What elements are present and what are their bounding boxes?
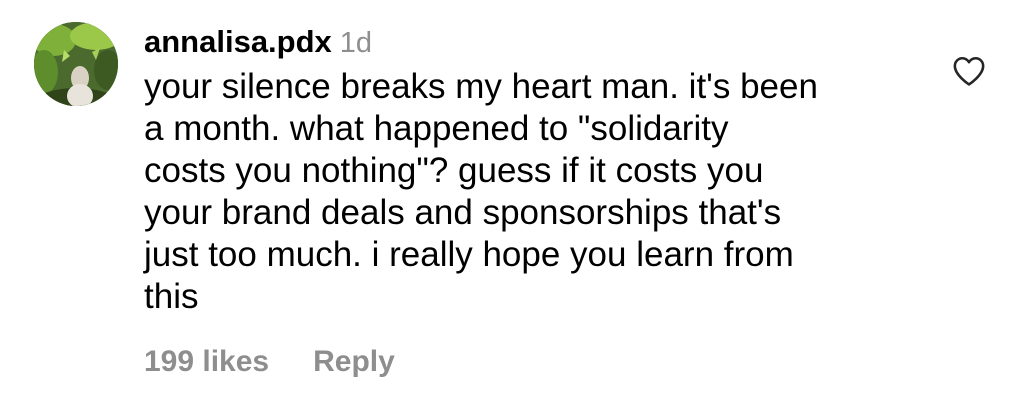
comment-timestamp: 1d bbox=[339, 27, 373, 59]
username-link[interactable]: annalisa.pdx bbox=[144, 24, 332, 59]
comment-actions: 199 likes Reply bbox=[144, 345, 395, 379]
comment-line: your silence breaks my heart man. it's b… bbox=[144, 67, 818, 106]
avatar[interactable] bbox=[34, 22, 118, 106]
comment-line: just too much. i really hope you learn f… bbox=[144, 235, 794, 274]
comment-line: costs you nothing"? guess if it costs yo… bbox=[144, 151, 764, 190]
comment-item: annalisa.pdx 1d your silence breaks my he… bbox=[0, 0, 1024, 415]
comment-line: your brand deals and sponsorships that's bbox=[144, 193, 782, 232]
comment-line: this bbox=[144, 277, 199, 316]
comment-text: your silence breaks my heart man. it's b… bbox=[144, 66, 904, 318]
heart-icon[interactable] bbox=[952, 55, 986, 87]
comment-header: annalisa.pdx 1d bbox=[144, 24, 372, 60]
comment-line: a month. what happened to "solidarity bbox=[144, 109, 729, 148]
reply-button[interactable]: Reply bbox=[313, 345, 395, 378]
avatar-image bbox=[34, 22, 118, 106]
likes-count-button[interactable]: 199 likes bbox=[144, 345, 269, 378]
